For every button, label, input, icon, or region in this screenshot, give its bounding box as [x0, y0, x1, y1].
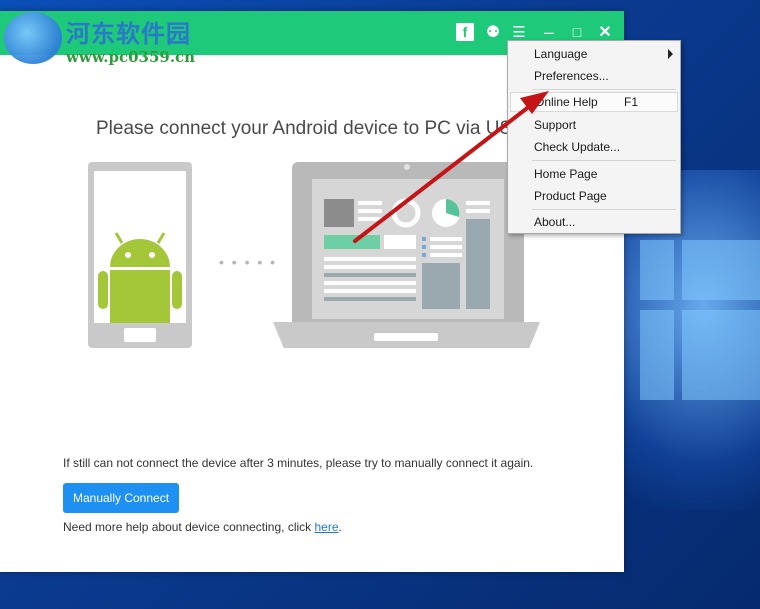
annotation-arrow — [353, 91, 549, 243]
